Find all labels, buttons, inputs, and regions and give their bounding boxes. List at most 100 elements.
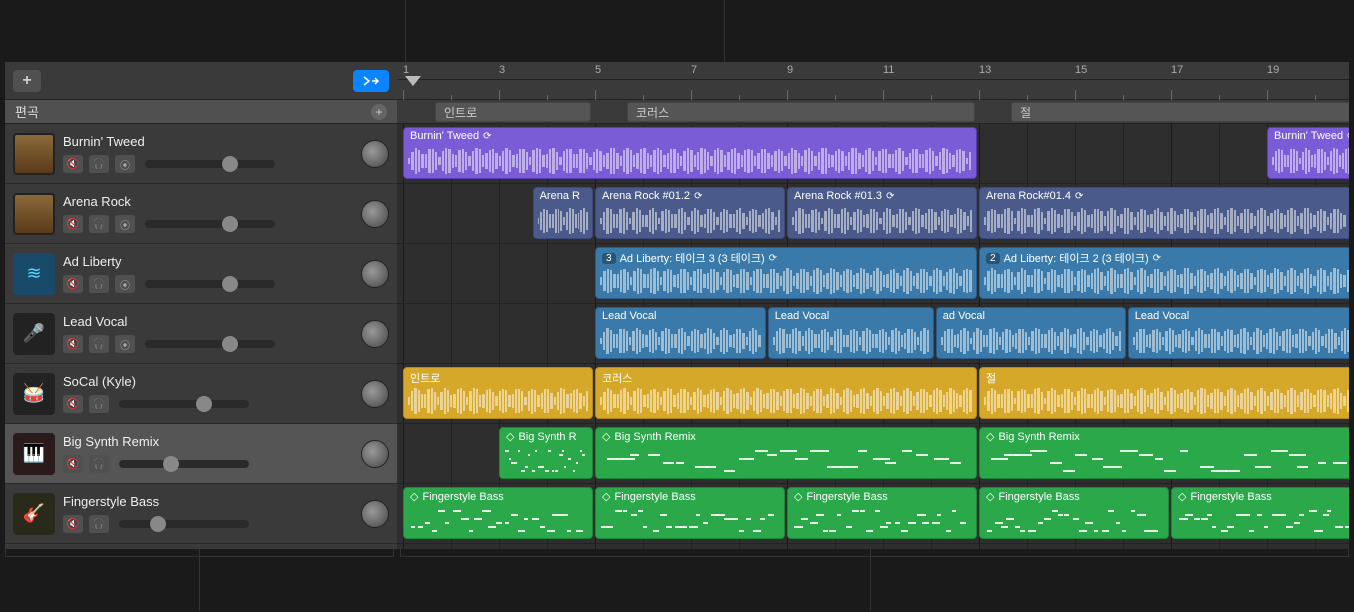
pan-knob[interactable]: [361, 380, 389, 408]
track-header[interactable]: 🎤Lead Vocal🔇🎧⦿: [5, 304, 397, 364]
region[interactable]: ◇Big Synth R: [499, 427, 593, 479]
pan-knob[interactable]: [361, 500, 389, 528]
pan-knob[interactable]: [361, 140, 389, 168]
track-lane[interactable]: 인트로 코러스 절: [397, 364, 1349, 424]
region[interactable]: Lead Vocal: [595, 307, 766, 359]
region[interactable]: Arena Rock #01.3⟳: [787, 187, 977, 239]
track-instrument-icon: [13, 193, 55, 235]
mute-button[interactable]: 🔇: [63, 395, 83, 413]
arrangement-marker[interactable]: 코러스: [627, 102, 975, 122]
mute-button[interactable]: 🔇: [63, 515, 83, 533]
region[interactable]: 2Ad Liberty: 테이크 2 (3 테이크)⟳: [979, 247, 1349, 299]
region[interactable]: ◇Fingerstyle Bass: [595, 487, 785, 539]
volume-slider[interactable]: [119, 400, 249, 408]
region[interactable]: 인트로: [403, 367, 593, 419]
track-header[interactable]: 🎸Fingerstyle Bass🔇🎧: [5, 484, 397, 544]
region[interactable]: Burnin' Tweed⟳: [1267, 127, 1349, 179]
track-header[interactable]: Arena Rock🔇🎧⦿: [5, 184, 397, 244]
arrangement-marker[interactable]: 절: [1011, 102, 1349, 122]
pan-knob[interactable]: [361, 200, 389, 228]
region[interactable]: Arena Rock#01.4⟳: [979, 187, 1349, 239]
arrangement-section-header[interactable]: 편곡 +: [5, 100, 397, 124]
region[interactable]: ◇Big Synth Remix: [979, 427, 1349, 479]
region[interactable]: Burnin' Tweed⟳: [403, 127, 977, 179]
solo-button[interactable]: 🎧: [89, 395, 109, 413]
track-header[interactable]: ≋Ad Liberty🔇🎧⦿: [5, 244, 397, 304]
volume-slider[interactable]: [119, 460, 249, 468]
track-header-panel: + 편곡 + Burnin' Tweed🔇🎧⦿Arena Rock🔇🎧⦿≋Ad …: [5, 62, 397, 549]
ruler-number: 15: [1075, 64, 1087, 76]
mute-button[interactable]: 🔇: [63, 275, 83, 293]
track-name-label: SoCal (Kyle): [63, 374, 353, 389]
callout-line: [5, 549, 6, 557]
region[interactable]: Arena R: [533, 187, 593, 239]
region[interactable]: 3Ad Liberty: 테이크 3 (3 테이크)⟳: [595, 247, 977, 299]
ruler[interactable]: 135791113151719: [397, 62, 1349, 100]
arrangement-track[interactable]: 인트로 코러스 절: [397, 100, 1349, 124]
track-lane[interactable]: Arena RArena Rock #01.2⟳Arena Rock #01.3…: [397, 184, 1349, 244]
track-instrument-icon: 🎤: [13, 313, 55, 355]
callout-line: [199, 549, 200, 611]
solo-button[interactable]: 🎧: [89, 515, 109, 533]
region[interactable]: ◇Fingerstyle Bass: [787, 487, 977, 539]
rec-button[interactable]: ⦿: [115, 155, 135, 173]
solo-button[interactable]: 🎧: [89, 455, 109, 473]
track-instrument-icon: ≋: [13, 253, 55, 295]
solo-button[interactable]: 🎧: [89, 335, 109, 353]
ruler-number: 11: [883, 64, 894, 76]
loop-icon: ⟳: [1075, 191, 1083, 202]
region[interactable]: ◇Fingerstyle Bass: [403, 487, 593, 539]
playhead-icon[interactable]: [405, 76, 421, 86]
filter-button[interactable]: [353, 70, 389, 92]
track-header[interactable]: Burnin' Tweed🔇🎧⦿: [5, 124, 397, 184]
track-lane[interactable]: 3Ad Liberty: 테이크 3 (3 테이크)⟳ 2Ad Liberty: …: [397, 244, 1349, 304]
region[interactable]: Lead Vocal: [1128, 307, 1349, 359]
region[interactable]: 절: [979, 367, 1349, 419]
pan-knob[interactable]: [361, 260, 389, 288]
solo-button[interactable]: 🎧: [89, 275, 109, 293]
ruler-number: 7: [691, 64, 697, 76]
track-header[interactable]: 🥁 SoCal (Kyle) 🔇 🎧: [5, 364, 397, 424]
volume-slider[interactable]: [145, 160, 275, 168]
region[interactable]: ◇Fingerstyle Bass: [1171, 487, 1349, 539]
arrangement-marker[interactable]: 인트로: [435, 102, 591, 122]
region[interactable]: Lead Vocal: [768, 307, 934, 359]
mute-button[interactable]: 🔇: [63, 455, 83, 473]
region-label: 절: [986, 370, 1349, 386]
track-lane[interactable]: ◇Big Synth R◇Big Synth Remix◇Big Synth R…: [397, 424, 1349, 484]
track-lane[interactable]: ◇Fingerstyle Bass◇Fingerstyle Bass◇Finge…: [397, 484, 1349, 544]
region[interactable]: ◇Fingerstyle Bass: [979, 487, 1169, 539]
solo-button[interactable]: 🎧: [89, 155, 109, 173]
track-lane[interactable]: Lead VocalLead Vocalad VocalLead Vocal: [397, 304, 1349, 364]
add-track-button[interactable]: +: [13, 70, 41, 92]
region-label: 인트로: [410, 370, 586, 386]
mute-button[interactable]: 🔇: [63, 155, 83, 173]
pan-knob[interactable]: [361, 440, 389, 468]
region[interactable]: ◇Big Synth Remix: [595, 427, 977, 479]
track-instrument-icon: 🥁: [13, 373, 55, 415]
track-lane[interactable]: Burnin' Tweed⟳ Burnin' Tweed⟳: [397, 124, 1349, 184]
volume-slider[interactable]: [145, 340, 275, 348]
region[interactable]: ad Vocal: [936, 307, 1126, 359]
region-label: 3Ad Liberty: 테이크 3 (3 테이크)⟳: [602, 250, 970, 266]
mute-button[interactable]: 🔇: [63, 335, 83, 353]
volume-slider[interactable]: [145, 220, 275, 228]
volume-slider[interactable]: [119, 520, 249, 528]
ruler-number: 13: [979, 64, 991, 76]
region[interactable]: 코러스: [595, 367, 977, 419]
loop-icon: ⟳: [1347, 131, 1349, 142]
region-label: ad Vocal: [943, 310, 1119, 322]
track-header[interactable]: 🎹Big Synth Remix🔇🎧: [5, 424, 397, 484]
rec-button[interactable]: ⦿: [115, 215, 135, 233]
pan-knob[interactable]: [361, 320, 389, 348]
loop-icon: ⟳: [886, 191, 894, 202]
solo-button[interactable]: 🎧: [89, 215, 109, 233]
callout-line: [724, 0, 725, 62]
region[interactable]: Arena Rock #01.2⟳: [595, 187, 785, 239]
mute-button[interactable]: 🔇: [63, 215, 83, 233]
rec-button[interactable]: ⦿: [115, 335, 135, 353]
add-arrangement-marker-button[interactable]: +: [371, 104, 387, 120]
volume-slider[interactable]: [145, 280, 275, 288]
region-lanes[interactable]: Burnin' Tweed⟳Burnin' Tweed⟳Arena RArena…: [397, 124, 1349, 549]
rec-button[interactable]: ⦿: [115, 275, 135, 293]
